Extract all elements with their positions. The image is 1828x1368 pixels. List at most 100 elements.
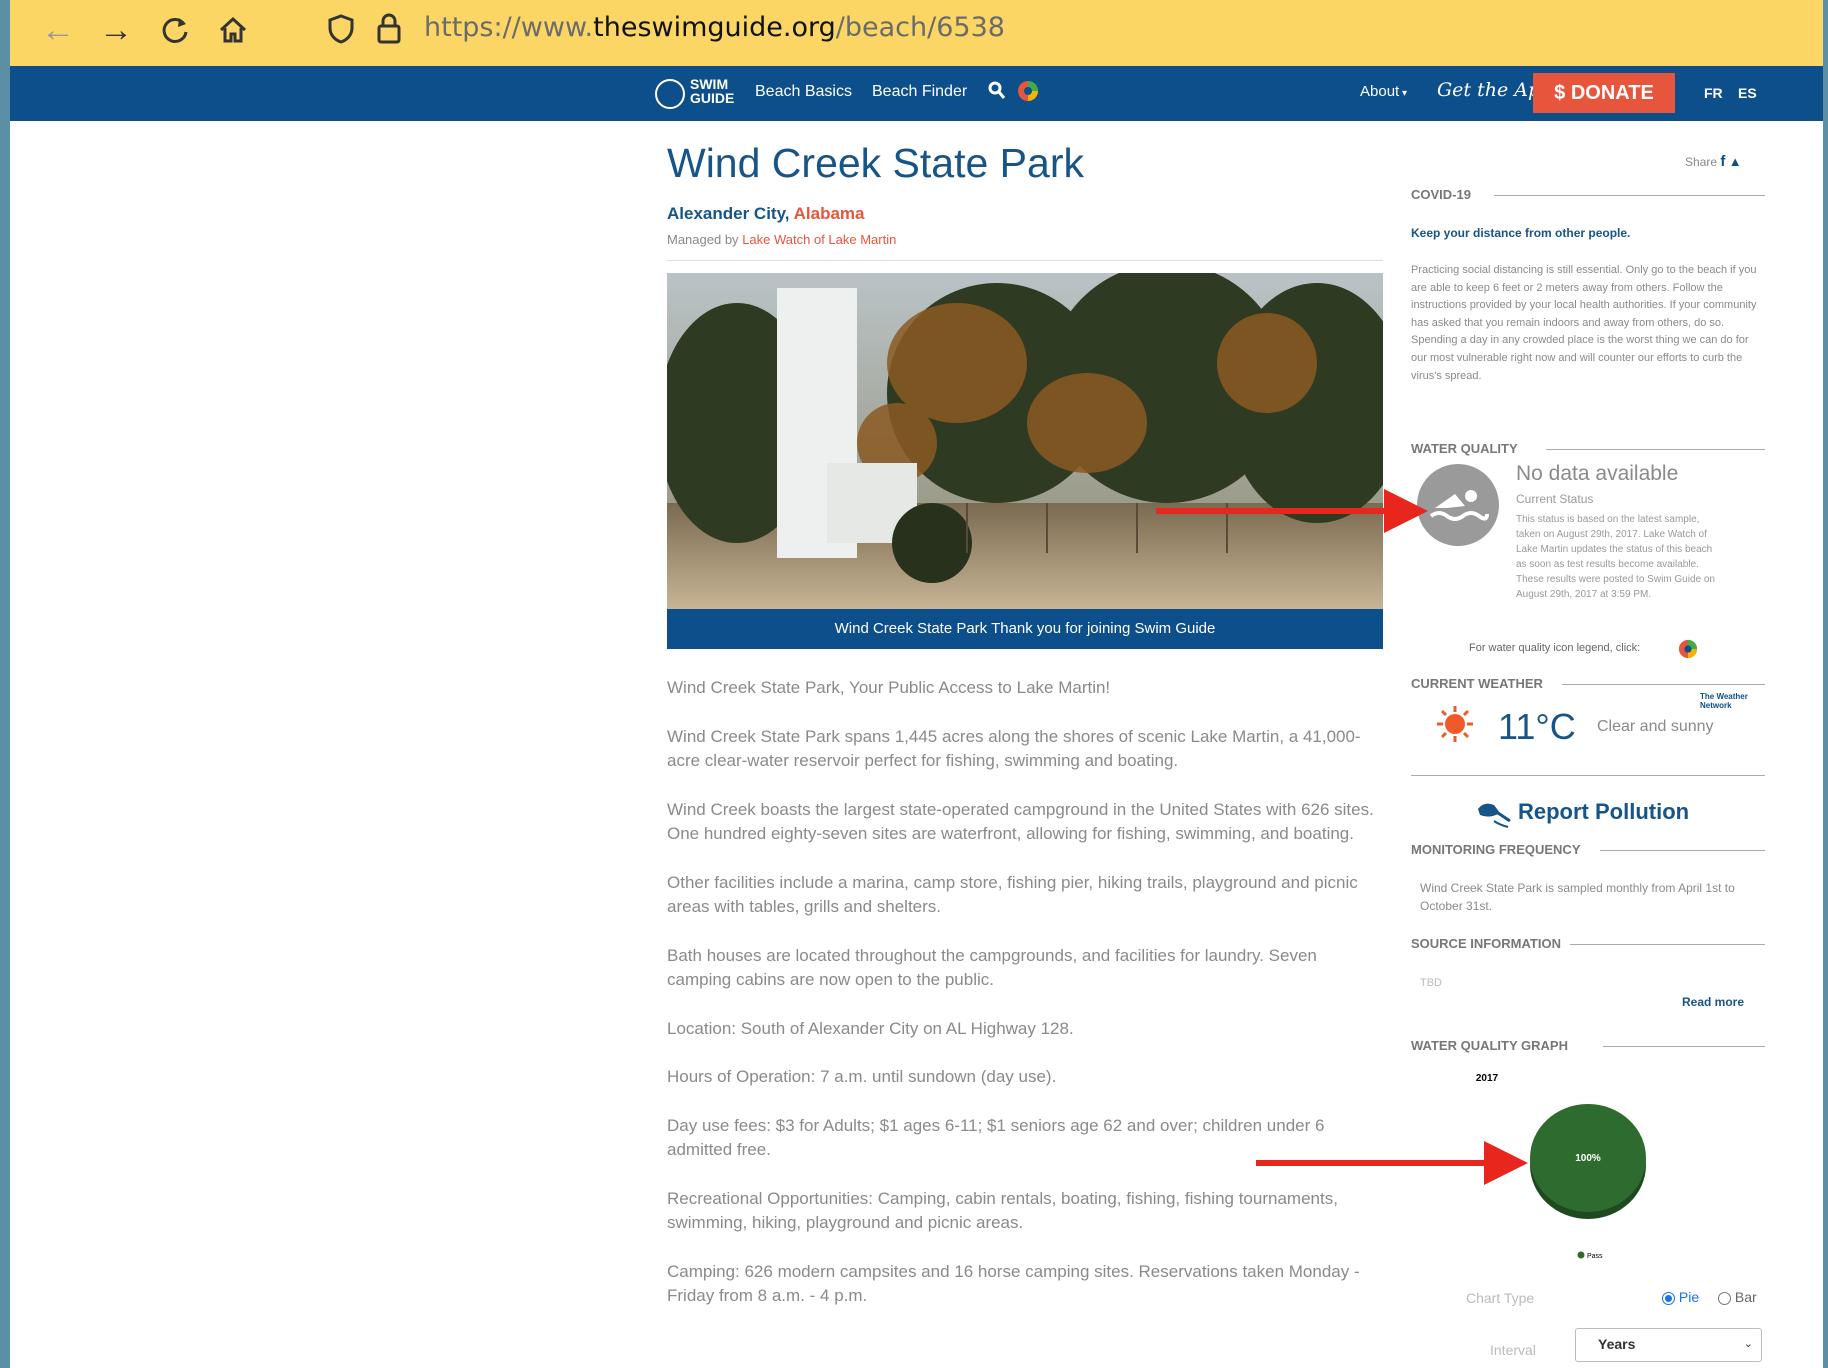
description-paragraph: Day use fees: $3 for Adults; $1 ages 6-1…: [667, 1115, 1325, 1160]
swim-guide-logo-icon[interactable]: [655, 79, 685, 109]
logo-line1: SWIM: [690, 76, 729, 92]
beach-city: Alexander City,: [667, 204, 790, 223]
interval-value: Years: [1598, 1336, 1636, 1352]
radio-selected-icon[interactable]: [1662, 1291, 1675, 1305]
radio-unselected-icon[interactable]: [1718, 1291, 1731, 1305]
description-paragraph: Recreational Opportunities: Camping, cab…: [667, 1188, 1338, 1233]
temperature: 11°C: [1498, 706, 1576, 747]
water-quality-graph-heading: WATER QUALITY GRAPH: [1411, 1038, 1568, 1053]
url-text[interactable]: https://www.theswimguide.org/beach/6538: [424, 12, 1005, 43]
legend-label: Pass: [1587, 1253, 1603, 1260]
chevron-down-icon: ▾: [1399, 88, 1408, 99]
url-prefix: https://www.: [424, 12, 594, 43]
legend-marker: [1577, 1251, 1585, 1259]
source-text: TBD: [1420, 977, 1442, 989]
annotation-arrow-head: [1484, 1141, 1528, 1185]
weather-network-logo[interactable]: The Weather Network: [1700, 692, 1760, 710]
legend-link[interactable]: For water quality icon legend, click:: [1469, 642, 1640, 654]
facebook-icon[interactable]: f: [1720, 153, 1725, 170]
beach-description: Wind Creek State Park, Your Public Acces…: [667, 676, 1383, 1333]
pie-label: Pie: [1678, 1289, 1700, 1305]
back-arrow-icon[interactable]: ←: [36, 8, 80, 52]
logo-line2: GUIDE: [690, 90, 735, 106]
beach-photo: [667, 273, 1383, 609]
description-paragraph: Bath houses are located throughout the c…: [667, 945, 1317, 990]
chart-title: 2017: [1476, 1073, 1499, 1084]
page-title: Wind Creek State Park: [667, 140, 1084, 186]
browser-window: ← → https://www.theswimguide.org/beach/6…: [10, 0, 1823, 1368]
annotation-arrow-shaft: [1156, 508, 1396, 514]
beach-state-link[interactable]: Alabama: [794, 204, 865, 223]
shield-icon[interactable]: [328, 14, 354, 49]
photo-caption: Wind Creek State Park Thank you for join…: [667, 609, 1383, 649]
divider: [1562, 684, 1765, 685]
nav-about[interactable]: About ▾: [1360, 83, 1407, 100]
search-icon[interactable]: [988, 81, 1006, 106]
divider: [667, 260, 1383, 261]
water-quality-legend-icon[interactable]: [1017, 80, 1039, 107]
reload-icon[interactable]: [153, 8, 197, 52]
browser-toolbar: ← → https://www.theswimguide.org/beach/6…: [10, 0, 1823, 66]
sun-icon: [1435, 704, 1475, 749]
share-links: Share f ▲: [1685, 153, 1742, 170]
interval-select[interactable]: Years ⌄: [1575, 1328, 1762, 1362]
nav-beach-basics[interactable]: Beach Basics: [755, 83, 852, 101]
divider: [1570, 944, 1765, 945]
managed-by: Managed by Lake Watch of Lake Martin: [667, 232, 1387, 247]
chevron-down-icon: ⌄: [1743, 1338, 1753, 1350]
report-pollution-link[interactable]: Report Pollution: [1518, 799, 1689, 825]
chart-type-pie-radio[interactable]: Pie: [1662, 1289, 1699, 1305]
nav-about-label: About: [1360, 83, 1400, 100]
report-pollution-icon[interactable]: [1474, 799, 1514, 834]
current-status-label: Current Status: [1516, 492, 1594, 506]
divider: [1603, 1046, 1765, 1047]
source-information-heading: SOURCE INFORMATION: [1411, 936, 1561, 951]
annotation-arrow-head: [1384, 489, 1428, 533]
managed-org-link[interactable]: Lake Watch of Lake Martin: [742, 232, 896, 247]
water-quality-status: No data available: [1516, 462, 1679, 485]
water-quality-heading: WATER QUALITY: [1411, 441, 1518, 456]
legend-icon[interactable]: [1678, 639, 1698, 664]
twitter-icon[interactable]: ▲: [1729, 154, 1742, 169]
divider: [1546, 449, 1765, 450]
swimmer-status-icon[interactable]: [1417, 464, 1499, 546]
description-paragraph: Wind Creek State Park, Your Public Acces…: [667, 678, 1111, 697]
annotation-arrow-shaft: [1256, 1160, 1496, 1166]
divider: [1494, 195, 1765, 196]
divider: [1600, 850, 1765, 851]
beach-location: Alexander City, Alabama: [667, 204, 1387, 224]
water-quality-note: This status is based on the latest sampl…: [1516, 514, 1715, 600]
url-domain: theswimguide.org: [593, 12, 836, 43]
donate-button[interactable]: $ DONATE: [1533, 73, 1675, 113]
lang-fr[interactable]: FR: [1704, 85, 1723, 101]
site-logo[interactable]: SWIM GUIDE: [690, 77, 734, 105]
interval-label: Interval: [1490, 1342, 1536, 1358]
forward-arrow-icon[interactable]: →: [94, 8, 138, 52]
lock-icon[interactable]: [376, 12, 402, 49]
nav-beach-finder[interactable]: Beach Finder: [872, 83, 967, 101]
weather-description: Clear and sunny: [1597, 718, 1714, 735]
description-paragraph: Location: South of Alexander City on AL …: [667, 1018, 1074, 1038]
share-label: Share: [1685, 155, 1718, 169]
monitoring-frequency-text: Wind Creek State Park is sampled monthly…: [1420, 881, 1735, 913]
read-more-link[interactable]: Read more: [1682, 995, 1744, 1009]
monitoring-frequency-heading: MONITORING FREQUENCY: [1411, 842, 1581, 857]
divider: [1411, 775, 1765, 776]
site-navbar: SWIM GUIDE Beach Basics Beach Finder Abou…: [10, 66, 1823, 121]
bar-label: Bar: [1734, 1289, 1757, 1305]
covid-heading: COVID-19: [1411, 187, 1471, 202]
legend-link-label: For water quality icon legend, click:: [1469, 642, 1641, 654]
covid-text: Practicing social distancing is still es…: [1411, 264, 1757, 382]
description-paragraph: Other facilities include a marina, camp …: [667, 872, 1358, 917]
home-icon[interactable]: [211, 8, 255, 52]
description-paragraph: Wind Creek boasts the largest state-oper…: [667, 799, 1374, 844]
covid-bold: Keep your distance from other people.: [1411, 226, 1631, 240]
chart-type-bar-radio[interactable]: Bar: [1718, 1289, 1757, 1305]
description-paragraph: Hours of Operation: 7 a.m. until sundown…: [667, 1067, 1057, 1086]
chart-type-label: Chart Type: [1466, 1290, 1535, 1306]
weather-heading: CURRENT WEATHER: [1411, 676, 1543, 691]
lang-es[interactable]: ES: [1738, 85, 1757, 101]
url-path: /beach/6538: [835, 12, 1005, 43]
description-paragraph: Camping: 626 modern campsites and 16 hor…: [667, 1261, 1360, 1306]
beach-header: Wind Creek State Park Alexander City, Al…: [667, 130, 1387, 247]
